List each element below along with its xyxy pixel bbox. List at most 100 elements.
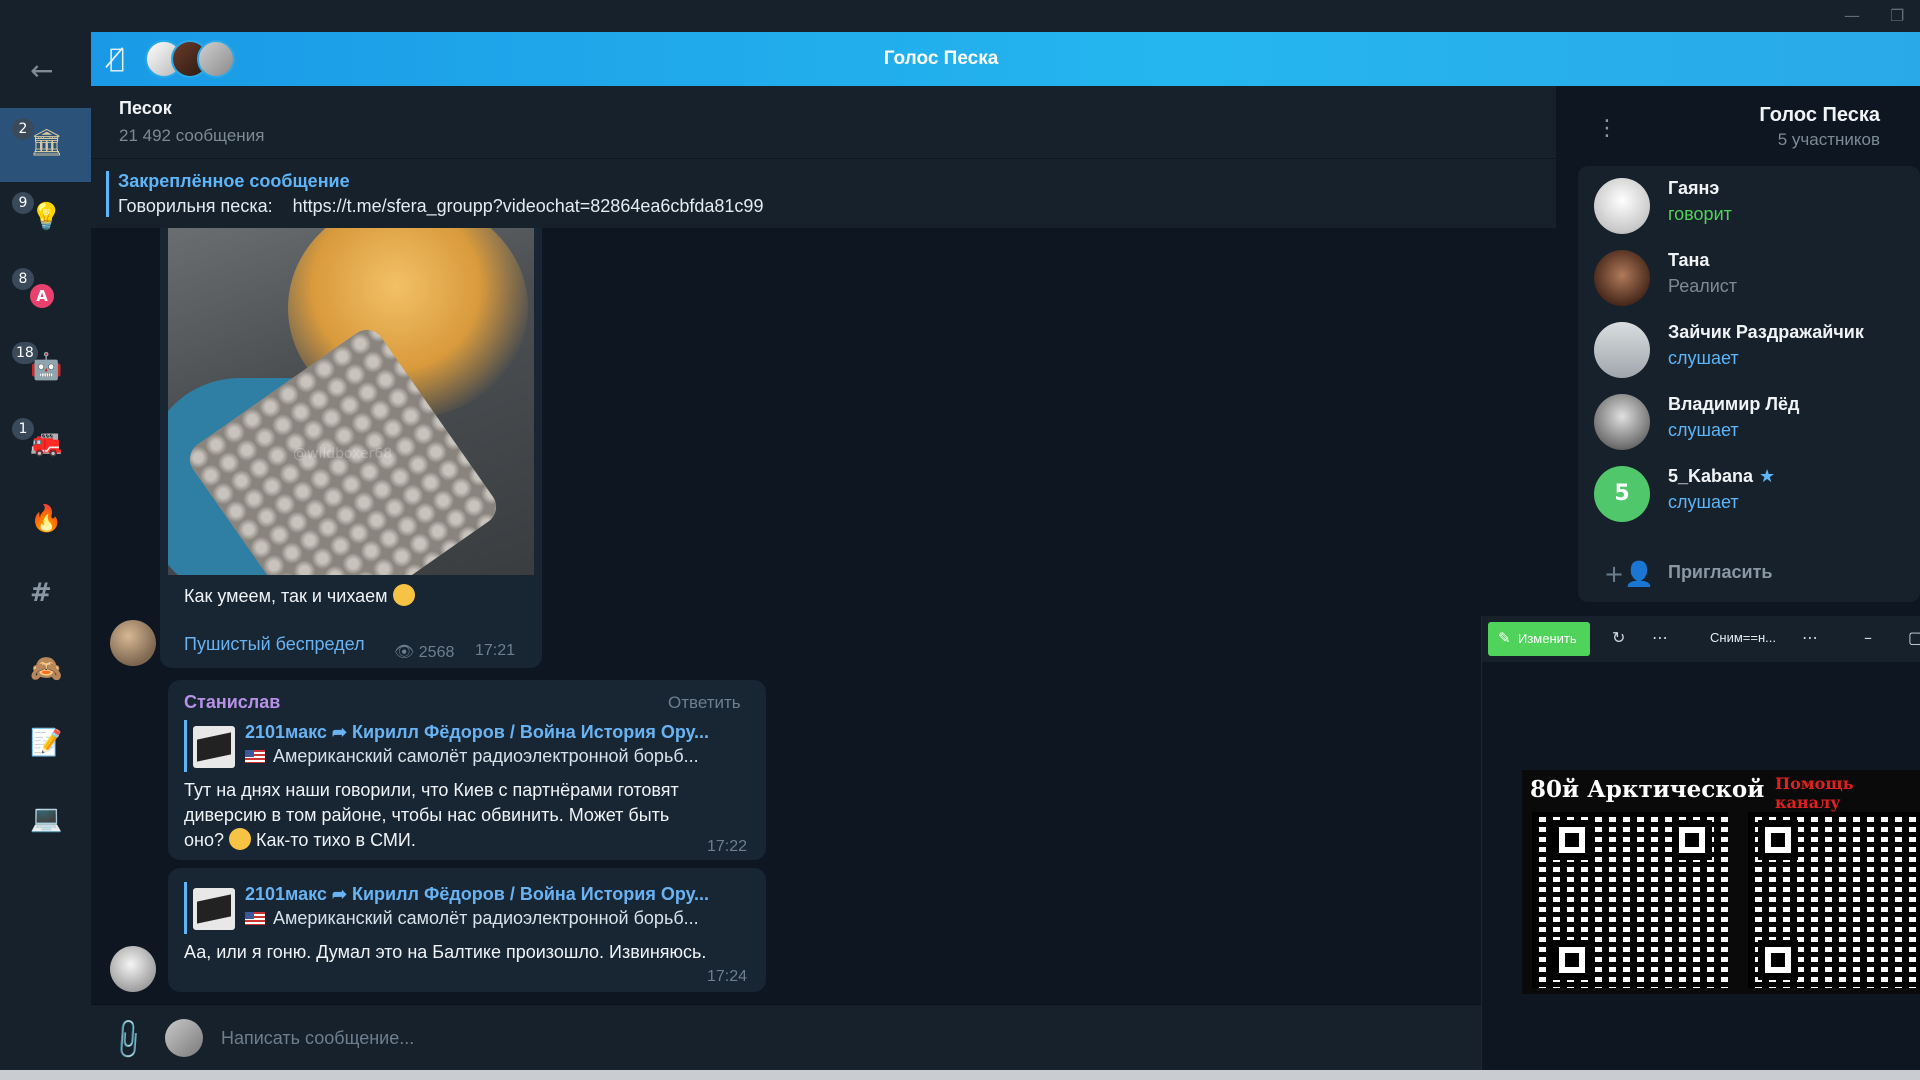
participant-name: Зайчик Раздражайчик — [1668, 322, 1864, 342]
robot-icon: 🤖 — [30, 352, 63, 382]
folder-item-7[interactable]: # — [0, 558, 91, 632]
window-title-bar: — ❐ — [0, 0, 1920, 32]
participant-status: Реалист — [1668, 276, 1738, 296]
participant-name: Гаянэ — [1668, 178, 1720, 198]
avatar — [1594, 322, 1650, 378]
qr-code-icon — [1532, 812, 1728, 988]
watermark: @wildboxer68 — [293, 446, 393, 462]
pinned-title: Закреплённое сообщение — [118, 171, 350, 191]
send-as-avatar[interactable] — [165, 1019, 203, 1057]
shared-screen[interactable]: 80й Арктической Помощь каналу — [1522, 770, 1920, 994]
maximize-icon[interactable]: ▢ — [1908, 628, 1920, 647]
invite-button[interactable]: +👤 Пригласить — [1578, 556, 1920, 596]
memo-icon: 📝 — [30, 728, 63, 758]
channel-name[interactable]: Пушистый беспредел — [184, 634, 365, 655]
pinned-indicator — [106, 171, 109, 217]
message-text: Тут на днях наши говорили, что Киев с па… — [184, 780, 679, 850]
folder-item-1[interactable]: 2 🏛 — [0, 108, 91, 182]
avatar[interactable] — [110, 946, 156, 992]
folder-item-2[interactable]: 9 💡 — [0, 182, 91, 256]
voice-chat-panel: ⋮ Голос Песка 5 участников Гаянэ говорит… — [1556, 86, 1920, 616]
message-text: Аа, или я гоню. Думал это на Балтике про… — [184, 942, 707, 962]
bank-icon: 🏛 — [30, 128, 64, 158]
paperclip-icon[interactable]: 📎 — [104, 1016, 152, 1064]
folder-item-8[interactable]: 🙈 — [0, 634, 91, 708]
avatar — [1594, 250, 1650, 306]
emoji-icon — [392, 584, 415, 606]
participant-name: 5_Kabana ★ — [1668, 466, 1776, 486]
avatar: 5 — [1594, 466, 1650, 522]
forwarded-quote[interactable]: 2101макс ➦ Кирилл Фёдоров / Война Истори… — [184, 720, 754, 772]
quote-thumbnail — [193, 726, 235, 768]
telegram-window: — ❐ ← 2 🏛 9 💡 8 A 18 🤖 1 🚒 🔥 # 🙈 📝 💻 🎙̸ … — [0, 0, 1920, 1080]
add-user-icon: +👤 — [1604, 560, 1654, 588]
voice-chat-title: Голос Песка — [883, 48, 999, 69]
monkey-icon: 🙈 — [30, 654, 63, 684]
more-vertical-icon[interactable]: ⋮ — [1596, 116, 1618, 141]
forwarded-quote[interactable]: 2101макс ➦ Кирилл Фёдоров / Война Истори… — [184, 882, 754, 934]
participants-count: 5 участников — [1777, 130, 1880, 149]
views-count: 👁 2568 — [394, 644, 455, 661]
chat-title: Песок — [119, 98, 172, 118]
minimize-icon[interactable]: — — [1844, 6, 1860, 25]
folder-item-9[interactable]: 📝 — [0, 708, 91, 782]
participant-item[interactable]: Гаянэ говорит — [1578, 166, 1920, 238]
participant-status: слушает — [1668, 420, 1739, 440]
quote-title: 2101макс ➦ Кирилл Фёдоров / Война Истори… — [245, 884, 710, 904]
participants-list: Гаянэ говорит Тана Реалист Зайчик Раздра… — [1578, 166, 1920, 602]
screen-title: 80й Арктической — [1530, 776, 1765, 803]
video-thumbnail[interactable]: @wildboxer68 — [168, 228, 534, 575]
participant-item[interactable]: 5 5_Kabana ★ слушает — [1578, 454, 1920, 526]
participant-status: слушает — [1668, 348, 1739, 368]
fire-truck-icon: 🚒 — [30, 428, 63, 458]
more-horizontal-icon[interactable]: ⋯ — [1802, 628, 1818, 647]
chat-header[interactable]: Песок 21 492 сообщения — [91, 86, 1556, 158]
folder-rail: ← 2 🏛 9 💡 8 A 18 🤖 1 🚒 🔥 # 🙈 📝 💻 — [0, 32, 91, 1070]
more-horizontal-icon[interactable]: ⋯ — [1652, 628, 1668, 647]
folder-item-3[interactable]: 8 A — [0, 258, 91, 332]
sender-name[interactable]: Станислав — [184, 692, 280, 713]
emoji-icon — [229, 828, 251, 850]
quote-text: Американский самолёт радиоэлектронной бо… — [245, 746, 699, 767]
pinned-text: Говорильня песка: https://t.me/sfera_gro… — [118, 196, 764, 216]
pinned-message[interactable]: Закреплённое сообщение Говорильня песка:… — [91, 158, 1556, 228]
minimize-icon[interactable]: – — [1864, 628, 1872, 647]
folder-item-4[interactable]: 18 🤖 — [0, 332, 91, 406]
video-panel: ✎ Изменить ↻ ⋯ Сним==н... ⋯ – ▢ 80й Аркти… — [1481, 616, 1920, 1070]
folder-item-6[interactable]: 🔥 — [0, 484, 91, 558]
qr-code-icon — [1748, 812, 1920, 988]
participant-status: слушает — [1668, 492, 1739, 512]
participant-item[interactable]: Тана Реалист — [1578, 238, 1920, 310]
us-flag-icon — [245, 912, 265, 925]
avatar — [1594, 394, 1650, 450]
avatar[interactable] — [110, 620, 156, 666]
participant-item[interactable]: Владимир Лёд слушает — [1578, 382, 1920, 454]
maximize-icon[interactable]: ❐ — [1890, 6, 1904, 25]
laptop-icon: 💻 — [30, 804, 63, 834]
avatar — [1594, 178, 1650, 234]
message-time: 17:21 — [475, 642, 516, 659]
bulb-icon: 💡 — [30, 202, 63, 232]
quote-thumbnail — [193, 888, 235, 930]
taskbar-edge — [0, 1070, 1920, 1080]
arrow-left-icon[interactable]: ← — [30, 54, 53, 87]
quote-text: Американский самолёт радиоэлектронной бо… — [245, 908, 699, 929]
reply-button[interactable]: Ответить — [668, 693, 741, 713]
message-text: Как умеем, так и чихаем — [184, 584, 415, 607]
message-input[interactable] — [221, 1019, 1421, 1057]
folder-item-10[interactable]: 💻 — [0, 784, 91, 858]
letter-a-icon: A — [30, 278, 54, 308]
snapshot-label[interactable]: Сним==н... — [1710, 630, 1776, 645]
fire-icon: 🔥 — [30, 504, 63, 534]
edit-button[interactable]: ✎ Изменить — [1488, 622, 1590, 656]
message-time: 17:24 — [707, 968, 748, 985]
hashtag-icon: # — [30, 578, 52, 608]
participant-item[interactable]: Зайчик Раздражайчик слушает — [1578, 310, 1920, 382]
panel-title: Голос Песка — [1759, 104, 1880, 126]
voice-chat-bar[interactable]: 🎙̸ Голос Песка — [91, 32, 1920, 86]
refresh-icon[interactable]: ↻ — [1612, 628, 1625, 647]
message-composer: 📎 — [91, 1004, 1481, 1070]
folder-item-5[interactable]: 1 🚒 — [0, 408, 91, 482]
screen-help-text: Помощь каналу — [1775, 774, 1854, 812]
edit-icon: ✎ — [1498, 630, 1511, 647]
